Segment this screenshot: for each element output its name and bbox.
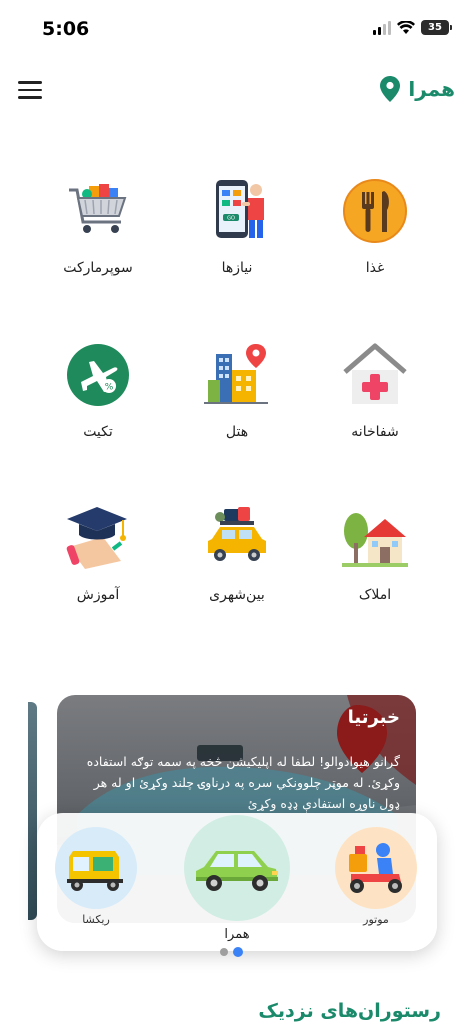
category-ticket[interactable]: % تکیت — [33, 340, 163, 440]
svg-text:%: % — [105, 383, 114, 393]
car-icon — [184, 815, 290, 921]
category-label: سوپرمارکت — [63, 260, 133, 276]
signal-icon — [373, 20, 391, 35]
carousel-prev-card[interactable] — [28, 702, 37, 920]
service-label: موتور — [363, 913, 389, 926]
category-property[interactable]: املاک — [310, 503, 440, 603]
svg-text:GO: GO — [227, 216, 235, 222]
category-label: نیازها — [221, 260, 253, 276]
location-pin-icon — [380, 76, 401, 102]
category-food[interactable]: غذا — [310, 176, 440, 276]
pagination-dot[interactable] — [220, 948, 228, 956]
category-label: تکیت — [83, 424, 113, 440]
service-label: همرا — [224, 927, 250, 942]
motorcycle-delivery-icon — [335, 827, 417, 909]
graduation-cap-icon — [63, 503, 133, 573]
hospital-icon — [340, 340, 410, 410]
battery-icon: 35 — [421, 20, 452, 35]
taxi-luggage-icon — [202, 503, 272, 573]
house-icon — [340, 503, 410, 573]
status-time: 5:06 — [42, 18, 90, 40]
wifi-icon — [397, 20, 415, 34]
category-label: بین‌شهری — [209, 587, 265, 603]
banner-text: گرانو هیوادوالو! لطفا له اپلیکیشن څخه په… — [86, 754, 400, 811]
category-hotel[interactable]: هتل — [172, 340, 302, 440]
category-supermarket[interactable]: سوپرمارکت — [33, 176, 163, 276]
category-education[interactable]: آموزش — [33, 503, 163, 603]
category-needs[interactable]: GO نیازها — [172, 176, 302, 276]
service-rickshaw[interactable]: ریکشا — [55, 827, 137, 926]
nearby-restaurants-title: رستوران‌های نزدیک — [258, 1000, 441, 1022]
banner-title: خبرتیا — [347, 707, 400, 728]
status-icons: 35 — [373, 20, 452, 35]
category-label: غذا — [365, 260, 385, 276]
service-selector: ریکشا همرا موتور — [37, 813, 437, 951]
category-label: املاک — [358, 587, 392, 603]
hotel-icon — [202, 340, 272, 410]
food-icon — [340, 176, 410, 246]
category-label: آموزش — [76, 587, 120, 603]
category-hospital[interactable]: شفاخانه — [310, 340, 440, 440]
rickshaw-icon — [55, 827, 137, 909]
pagination-dot-active[interactable] — [233, 947, 243, 957]
service-motor[interactable]: موتور — [335, 827, 417, 926]
menu-button[interactable] — [18, 81, 42, 101]
carousel-pagination — [220, 947, 243, 957]
service-label: ریکشا — [82, 913, 110, 926]
category-label: شفاخانه — [351, 424, 399, 440]
location-selector[interactable]: همرا — [380, 76, 455, 102]
location-name: همرا — [408, 77, 455, 101]
category-label: هتل — [225, 424, 249, 440]
airplane-ticket-icon: % — [63, 340, 133, 410]
category-intercity[interactable]: بین‌شهری — [172, 503, 302, 603]
shopping-cart-icon — [63, 176, 133, 246]
needs-icon: GO — [202, 176, 272, 246]
service-hamra[interactable]: همرا — [184, 815, 290, 942]
status-bar: 5:06 35 — [0, 0, 473, 58]
